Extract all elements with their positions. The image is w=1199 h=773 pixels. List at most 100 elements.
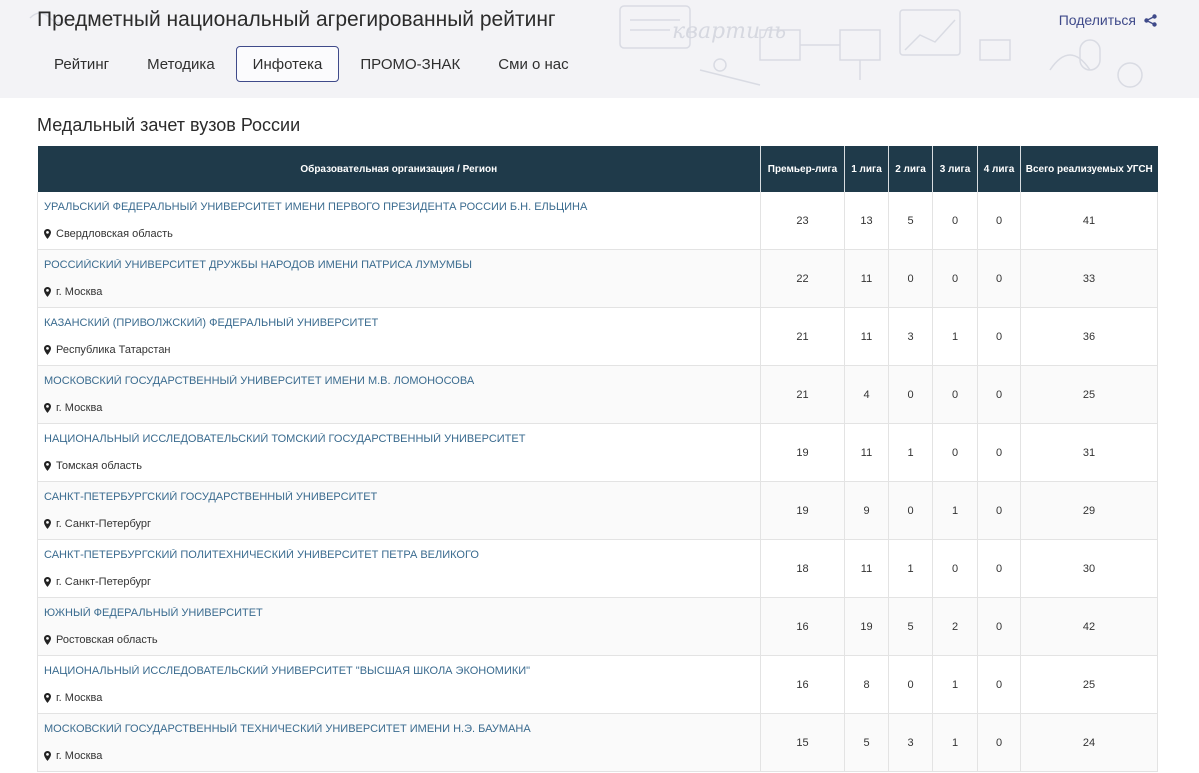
nav-item-infoteka[interactable]: Инфотека [235,46,340,82]
column-header-premier-league[interactable]: Премьер-лига [760,146,845,192]
league-1-cell: 11 [844,249,889,308]
map-marker-icon [44,229,51,239]
column-header-total-ugsn[interactable]: Всего реализуемых УГСН [1020,146,1158,192]
league-3-cell: 0 [932,249,978,308]
league-3-cell: 0 [932,365,978,424]
league-4-cell: 0 [977,423,1021,482]
premier-league-cell: 18 [760,539,845,598]
premier-league-cell: 21 [760,365,845,424]
organization-cell: КАЗАНСКИЙ (ПРИВОЛЖСКИЙ) ФЕДЕРАЛЬНЫЙ УНИВ… [37,307,761,366]
premier-league-cell: 16 [760,655,845,714]
league-2-cell: 1 [888,423,933,482]
premier-league-cell: 16 [760,597,845,656]
premier-league-cell: 19 [760,423,845,482]
region-label: Ростовская область [56,634,158,646]
nav-item-rating[interactable]: Рейтинг [37,46,126,82]
region: Свердловская область [44,228,754,240]
organization-link[interactable]: УРАЛЬСКИЙ ФЕДЕРАЛЬНЫЙ УНИВЕРСИТЕТ ИМЕНИ … [44,201,754,213]
nav-item-media[interactable]: Сми о нас [481,46,585,82]
organization-link[interactable]: КАЗАНСКИЙ (ПРИВОЛЖСКИЙ) ФЕДЕРАЛЬНЫЙ УНИВ… [44,317,754,329]
table-row: НАЦИОНАЛЬНЫЙ ИССЛЕДОВАТЕЛЬСКИЙ ТОМСКИЙ Г… [37,423,1158,482]
region: Республика Татарстан [44,344,754,356]
region: г. Санкт-Петербург [44,576,754,588]
league-3-cell: 2 [932,597,978,656]
total-ugsn-cell: 42 [1020,597,1158,656]
region-label: Томская область [56,460,142,472]
organization-link[interactable]: МОСКОВСКИЙ ГОСУДАРСТВЕННЫЙ УНИВЕРСИТЕТ И… [44,375,754,387]
organization-cell: НАЦИОНАЛЬНЫЙ ИССЛЕДОВАТЕЛЬСКИЙ ТОМСКИЙ Г… [37,423,761,482]
map-marker-icon [44,287,51,297]
league-2-cell: 0 [888,365,933,424]
organization-cell: УРАЛЬСКИЙ ФЕДЕРАЛЬНЫЙ УНИВЕРСИТЕТ ИМЕНИ … [37,192,761,250]
organization-link[interactable]: РОССИЙСКИЙ УНИВЕРСИТЕТ ДРУЖБЫ НАРОДОВ ИМ… [44,259,754,271]
region-label: г. Москва [56,402,103,414]
column-header-league-4[interactable]: 4 лига [977,146,1021,192]
column-header-league-1[interactable]: 1 лига [844,146,889,192]
nav-item-methodology[interactable]: Методика [130,46,232,82]
nav-item-promo-sign[interactable]: ПРОМО-ЗНАК [343,46,477,82]
table-row: МОСКОВСКИЙ ГОСУДАРСТВЕННЫЙ УНИВЕРСИТЕТ И… [37,365,1158,424]
organization-link[interactable]: САНКТ-ПЕТЕРБУРГСКИЙ ГОСУДАРСТВЕННЫЙ УНИВ… [44,491,754,503]
region-label: Республика Татарстан [56,344,171,356]
total-ugsn-cell: 31 [1020,423,1158,482]
organization-link[interactable]: ЮЖНЫЙ ФЕДЕРАЛЬНЫЙ УНИВЕРСИТЕТ [44,607,754,619]
total-ugsn-cell: 41 [1020,192,1158,250]
organization-link[interactable]: МОСКОВСКИЙ ГОСУДАРСТВЕННЫЙ ТЕХНИЧЕСКИЙ У… [44,723,754,735]
site-title: Предметный национальный агрегированный р… [37,8,556,31]
total-ugsn-cell: 25 [1020,655,1158,714]
map-marker-icon [44,519,51,529]
table-row: КАЗАНСКИЙ (ПРИВОЛЖСКИЙ) ФЕДЕРАЛЬНЫЙ УНИВ… [37,307,1158,366]
league-3-cell: 1 [932,481,978,540]
table-row: УРАЛЬСКИЙ ФЕДЕРАЛЬНЫЙ УНИВЕРСИТЕТ ИМЕНИ … [37,192,1158,250]
column-header-league-2[interactable]: 2 лига [888,146,933,192]
region-label: г. Санкт-Петербург [56,518,152,530]
league-1-cell: 8 [844,655,889,714]
column-header-league-3[interactable]: 3 лига [932,146,978,192]
header-background-word: квартиль [672,19,786,44]
share-icon [1144,13,1157,27]
total-ugsn-cell: 30 [1020,539,1158,598]
league-4-cell: 0 [977,539,1021,598]
site-header: квартиль Предметный национальный агрегир… [0,0,1199,98]
league-1-cell: 13 [844,192,889,250]
total-ugsn-cell: 33 [1020,249,1158,308]
region: г. Москва [44,286,754,298]
map-marker-icon [44,461,51,471]
league-1-cell: 9 [844,481,889,540]
league-2-cell: 0 [888,249,933,308]
total-ugsn-cell: 29 [1020,481,1158,540]
league-1-cell: 4 [844,365,889,424]
region-label: г. Москва [56,750,103,762]
table-row: САНКТ-ПЕТЕРБУРГСКИЙ ПОЛИТЕХНИЧЕСКИЙ УНИВ… [37,539,1158,598]
premier-league-cell: 22 [760,249,845,308]
main-nav: Рейтинг Методика Инфотека ПРОМО-ЗНАК Сми… [37,46,586,82]
region: Томская область [44,460,754,472]
organization-link[interactable]: НАЦИОНАЛЬНЫЙ ИССЛЕДОВАТЕЛЬСКИЙ ТОМСКИЙ Г… [44,433,754,445]
league-2-cell: 0 [888,655,933,714]
region-label: Свердловская область [56,228,173,240]
column-header-organization[interactable]: Образовательная организация / Регион [37,146,761,192]
table-row: САНКТ-ПЕТЕРБУРГСКИЙ ГОСУДАРСТВЕННЫЙ УНИВ… [37,481,1158,540]
organization-cell: МОСКОВСКИЙ ГОСУДАРСТВЕННЫЙ ТЕХНИЧЕСКИЙ У… [37,713,761,772]
league-4-cell: 0 [977,481,1021,540]
region: Ростовская область [44,634,754,646]
region-label: г. Санкт-Петербург [56,576,152,588]
map-marker-icon [44,345,51,355]
organization-link[interactable]: НАЦИОНАЛЬНЫЙ ИССЛЕДОВАТЕЛЬСКИЙ УНИВЕРСИТ… [44,665,754,677]
league-3-cell: 0 [932,539,978,598]
league-3-cell: 1 [932,713,978,772]
share-button[interactable]: Поделиться [1059,12,1157,28]
table-row: МОСКОВСКИЙ ГОСУДАРСТВЕННЫЙ ТЕХНИЧЕСКИЙ У… [37,713,1158,772]
region-label: г. Москва [56,692,103,704]
league-1-cell: 11 [844,307,889,366]
organization-link[interactable]: САНКТ-ПЕТЕРБУРГСКИЙ ПОЛИТЕХНИЧЕСКИЙ УНИВ… [44,549,754,561]
premier-league-cell: 19 [760,481,845,540]
total-ugsn-cell: 25 [1020,365,1158,424]
league-4-cell: 0 [977,192,1021,250]
organization-cell: САНКТ-ПЕТЕРБУРГСКИЙ ГОСУДАРСТВЕННЫЙ УНИВ… [37,481,761,540]
league-3-cell: 0 [932,423,978,482]
league-4-cell: 0 [977,655,1021,714]
league-3-cell: 1 [932,655,978,714]
map-marker-icon [44,751,51,761]
league-4-cell: 0 [977,249,1021,308]
